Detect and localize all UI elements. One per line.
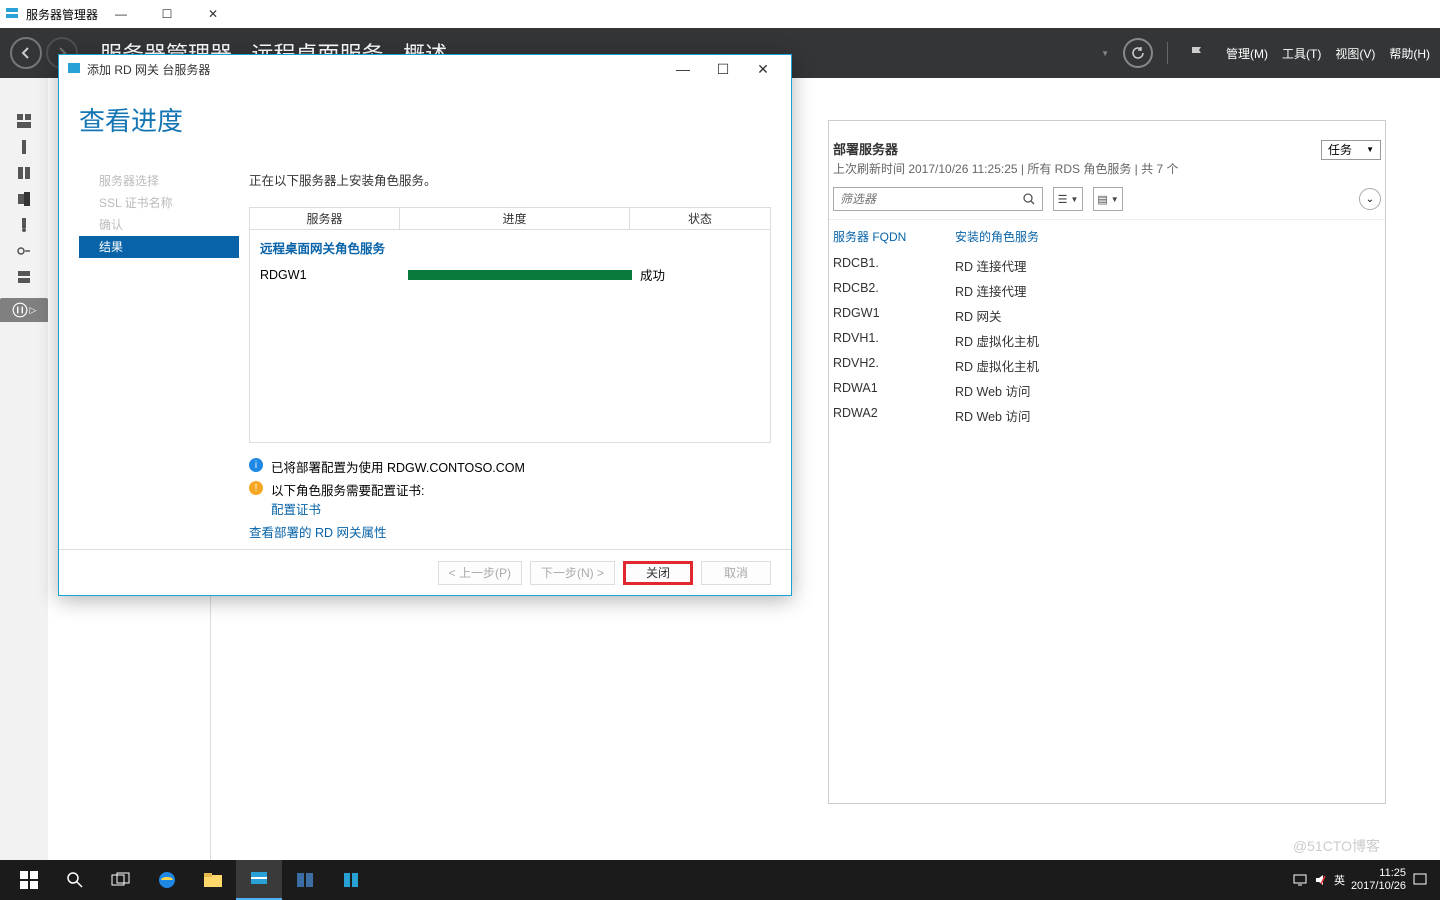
wizard-description: 正在以下服务器上安装角色服务。 — [249, 170, 771, 189]
col-fqdn[interactable]: 服务器 FQDN — [833, 228, 955, 245]
rail-dashboard-icon[interactable] — [0, 108, 48, 134]
rail-iis-icon[interactable] — [0, 212, 48, 238]
progress-table: 服务器 进度 状态 远程桌面网关角色服务 RDGW1 成功 — [249, 207, 771, 443]
close-wizard-button[interactable]: 关闭 — [623, 561, 693, 585]
ime-indicator[interactable]: 英 — [1334, 872, 1345, 888]
explorer-button[interactable] — [190, 860, 236, 900]
menu-help[interactable]: 帮助(H) — [1389, 45, 1430, 62]
server-manager-taskbar-button[interactable] — [236, 860, 282, 900]
wizard-maximize-button[interactable]: ☐ — [703, 57, 743, 81]
wizard-titlebar: 添加 RD 网关 台服务器 — ☐ ✕ — [59, 55, 791, 83]
pt-status: 成功 — [640, 265, 760, 284]
menu-view[interactable]: 视图(V) — [1335, 45, 1375, 62]
progress-bar — [408, 270, 632, 280]
note-info: i已将部署配置为使用 RDGW.CONTOSO.COM — [249, 457, 771, 476]
cancel-button: 取消 — [701, 561, 771, 585]
table-row[interactable]: RDCB2.RD 连接代理 — [829, 278, 1385, 303]
search-icon — [1022, 192, 1036, 206]
wizard-icon — [67, 62, 81, 76]
nav-server-select: 服务器选择 — [79, 170, 239, 192]
wizard-close-button[interactable]: ✕ — [743, 57, 783, 81]
taskbar: 英 11:25 2017/10/26 — [0, 860, 1440, 900]
rail-storage-icon[interactable] — [0, 264, 48, 290]
ie-button[interactable] — [144, 860, 190, 900]
table-row[interactable]: RDVH1.RD 虚拟化主机 — [829, 328, 1385, 353]
next-button: 下一步(N) > — [530, 561, 615, 585]
start-button[interactable] — [6, 860, 52, 900]
close-button[interactable]: ✕ — [190, 0, 236, 28]
pt-col-status: 状态 — [630, 208, 770, 230]
flag-icon[interactable] — [1182, 38, 1212, 68]
menu-tools[interactable]: 工具(T) — [1282, 45, 1321, 62]
note-link: 查看部署的 RD 网关属性 — [249, 522, 771, 541]
server-manager-icon — [4, 6, 20, 22]
rail-nap-icon[interactable] — [0, 238, 48, 264]
wizard-title: 添加 RD 网关 台服务器 — [87, 61, 663, 78]
minimize-button[interactable]: — — [98, 0, 144, 28]
nav-result[interactable]: 结果 — [79, 236, 239, 258]
expand-panel-button[interactable]: ⌄ — [1359, 188, 1381, 210]
save-view-button[interactable]: ▤▼ — [1093, 187, 1123, 211]
left-nav-rail: ▷ — [0, 78, 48, 900]
note-warning: ! 以下角色服务需要配置证书: 配置证书 — [249, 480, 771, 518]
nav-back-button[interactable] — [10, 37, 42, 69]
dp-title: 部署服务器 — [829, 139, 1178, 160]
system-tray: 英 11:25 2017/10/26 — [1292, 867, 1434, 893]
network-icon[interactable] — [1292, 873, 1308, 887]
filter-input[interactable] — [840, 192, 1022, 206]
nav-ssl-cert: SSL 证书名称 — [79, 192, 239, 214]
maximize-button[interactable]: ☐ — [144, 0, 190, 28]
pt-col-server: 服务器 — [250, 208, 400, 230]
table-row[interactable]: RDWA1RD Web 访问 — [829, 378, 1385, 403]
wizard-minimize-button[interactable]: — — [663, 57, 703, 81]
menu-manage[interactable]: 管理(M) — [1226, 45, 1268, 62]
dp-subtitle: 上次刷新时间 2017/10/26 11:25:25 | 所有 RDS 角色服务… — [829, 160, 1178, 177]
prev-button: < 上一步(P) — [438, 561, 522, 585]
filter-box[interactable] — [833, 187, 1043, 211]
rail-file-services-icon[interactable] — [0, 186, 48, 212]
wizard-footer: < 上一步(P) 下一步(N) > 关闭 取消 — [59, 549, 791, 595]
wizard-heading: 查看进度 — [79, 101, 771, 138]
wizard-nav: 服务器选择 SSL 证书名称 确认 结果 — [79, 156, 239, 549]
table-row[interactable]: RDVH2.RD 虚拟化主机 — [829, 353, 1385, 378]
list-view-button[interactable]: ☰▼ — [1053, 187, 1083, 211]
pt-server: RDGW1 — [260, 268, 400, 282]
table-row[interactable]: RDGW1RD 网关 — [829, 303, 1385, 328]
col-role[interactable]: 安装的角色服务 — [955, 228, 1381, 245]
notifications-icon[interactable] — [1412, 872, 1428, 888]
table-row[interactable]: RDWA2RD Web 访问 — [829, 403, 1385, 428]
watermark: @51CTO博客 — [1293, 836, 1380, 856]
search-button[interactable] — [52, 860, 98, 900]
rail-rds-icon[interactable]: ▷ — [0, 298, 48, 322]
view-gateway-properties-link[interactable]: 查看部署的 RD 网关属性 — [249, 522, 387, 541]
task-view-button[interactable] — [98, 860, 144, 900]
app-title: 服务器管理器 — [26, 6, 98, 23]
tasks-dropdown[interactable]: 任务▼ — [1321, 140, 1381, 160]
clock[interactable]: 11:25 2017/10/26 — [1351, 867, 1406, 893]
deployment-servers-panel: 部署服务器 上次刷新时间 2017/10/26 11:25:25 | 所有 RD… — [828, 120, 1386, 804]
pt-col-progress: 进度 — [400, 208, 630, 230]
rail-local-server-icon[interactable] — [0, 134, 48, 160]
app-titlebar: 服务器管理器 — ☐ ✕ — [0, 0, 1440, 28]
refresh-icon[interactable] — [1123, 38, 1153, 68]
app-button-2[interactable] — [328, 860, 374, 900]
pt-section: 远程桌面网关角色服务 — [250, 230, 770, 259]
configure-cert-link[interactable]: 配置证书 — [271, 499, 424, 518]
rail-all-servers-icon[interactable] — [0, 160, 48, 186]
app-button-1[interactable] — [282, 860, 328, 900]
table-row[interactable]: RDCB1.RD 连接代理 — [829, 253, 1385, 278]
volume-icon[interactable] — [1314, 873, 1328, 887]
nav-confirm: 确认 — [79, 214, 239, 236]
deploy-table: 服务器 FQDN 安装的角色服务 RDCB1.RD 连接代理RDCB2.RD 连… — [829, 219, 1385, 803]
window-controls: — ☐ ✕ — [98, 0, 236, 28]
add-rd-gateway-wizard: 添加 RD 网关 台服务器 — ☐ ✕ 查看进度 服务器选择 SSL 证书名称 … — [58, 54, 792, 596]
